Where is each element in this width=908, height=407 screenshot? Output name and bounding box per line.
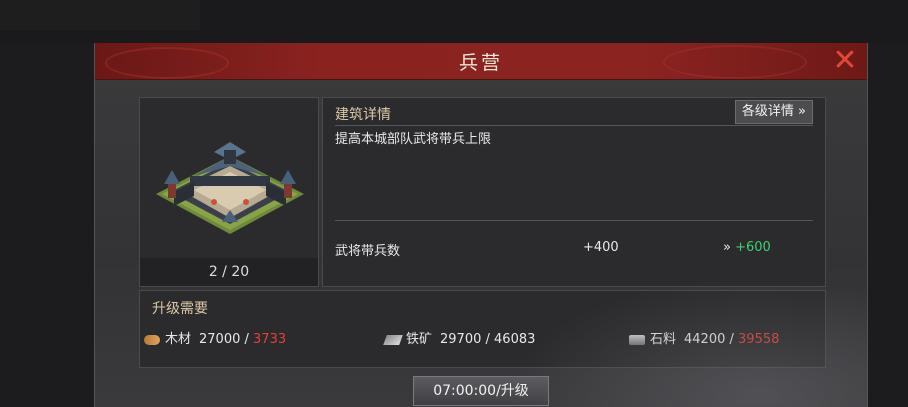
requirements-heading: 升级需要	[152, 301, 208, 317]
level-details-button[interactable]: 各级详情 »	[734, 100, 813, 124]
details-heading: 建筑详情	[335, 107, 391, 123]
building-thumbnail-panel: 2 / 20	[139, 97, 319, 287]
resource-name: 铁矿	[406, 332, 433, 347]
stat-label: 武将带兵数	[335, 244, 401, 259]
resource-have: 39558	[738, 332, 780, 347]
resource-need: 44200	[684, 332, 726, 347]
building-description: 提高本城部队武将带兵上限	[335, 132, 492, 147]
wood-icon	[144, 334, 160, 345]
resource-name: 木材	[165, 332, 192, 347]
building-level: 2 / 20	[140, 258, 318, 286]
background-blur	[0, 0, 200, 30]
stat-next: » +600	[723, 240, 771, 255]
resource-need: 27000	[199, 332, 241, 347]
building-details-panel: 建筑详情 各级详情 » 提高本城部队武将带兵上限 武将带兵数 +400 » +6…	[322, 97, 826, 287]
resource-name: 石料	[650, 332, 677, 347]
stat-current-value: +400	[583, 240, 619, 255]
upgrade-button[interactable]: 07:00:00/升级	[413, 376, 549, 406]
resource-wood: 木材 27000 / 3733	[144, 328, 286, 347]
divider	[335, 125, 813, 126]
title-bar: 兵营 ✕	[95, 43, 867, 80]
resource-have: 46083	[494, 332, 536, 347]
resource-have: 3733	[253, 332, 287, 347]
upgrade-requirements-panel: 升级需要 木材 27000 / 3733 铁矿 29700 / 46083 石料 44…	[139, 290, 826, 368]
barracks-building-image	[156, 142, 304, 234]
iron-icon	[383, 334, 403, 345]
resource-iron: 铁矿 29700 / 46083	[383, 328, 536, 347]
chevron-right-icon: »	[723, 240, 731, 255]
resource-need: 29700	[440, 332, 482, 347]
close-icon[interactable]: ✕	[831, 46, 859, 76]
stat-next-value: +600	[735, 240, 771, 255]
stone-icon	[629, 334, 645, 345]
resource-stone: 石料 44200 / 39558	[629, 328, 779, 347]
divider	[335, 220, 813, 221]
dialog-title: 兵营	[458, 52, 503, 74]
barracks-dialog: 兵营 ✕ 2 / 20 建筑详情 各级详情 » 提高本城部队武将带兵上限 武将带…	[94, 43, 868, 407]
